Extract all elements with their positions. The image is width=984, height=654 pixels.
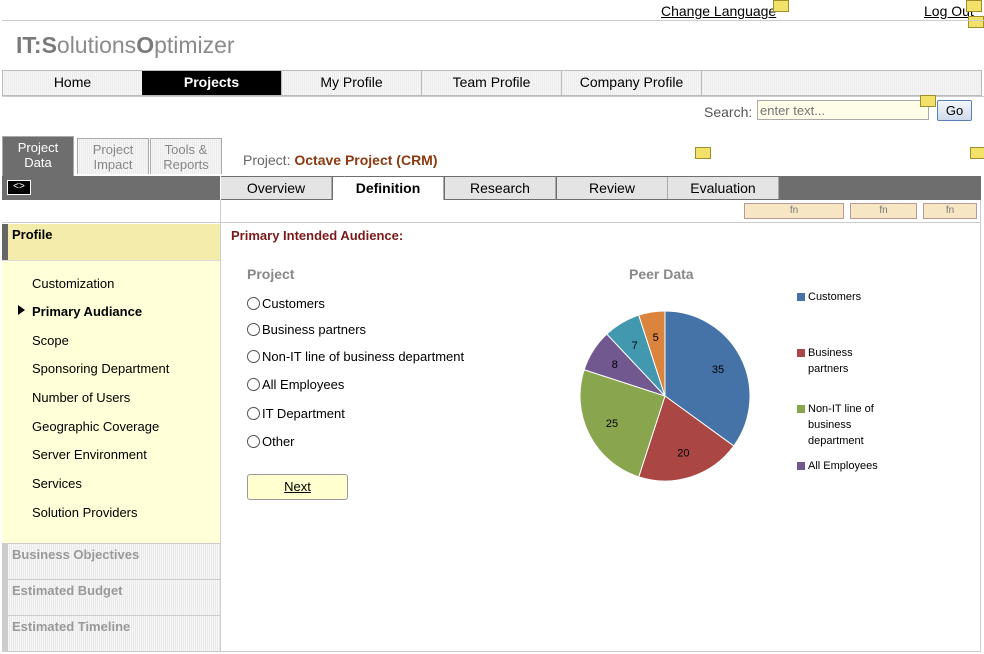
sidebar-divider — [220, 200, 221, 652]
tab-overview[interactable]: Overview — [221, 177, 332, 199]
legend-swatch — [797, 293, 805, 301]
radio-option[interactable]: Non-IT line of business department — [247, 349, 464, 364]
pie-data-label: 8 — [612, 359, 618, 371]
sidebar-item-solution-providers[interactable]: Solution Providers — [32, 505, 138, 520]
legend-item: All Employees — [797, 458, 892, 474]
legend-label: Customers — [808, 291, 862, 303]
next-button[interactable]: Next — [247, 474, 348, 500]
pie-data-label: 25 — [606, 418, 618, 430]
nav-company-profile[interactable]: Company Profile — [562, 71, 702, 95]
legend-swatch — [797, 349, 805, 357]
main-nav: Home Projects My Profile Team Profile Co… — [2, 70, 982, 96]
search-input[interactable] — [757, 100, 929, 120]
tab-wedge — [333, 176, 345, 200]
app-logo: IT:SolutionsOptimizer — [16, 32, 235, 58]
fn-button[interactable]: fn — [850, 203, 917, 219]
sidebar-item-services[interactable]: Services — [32, 476, 82, 491]
legend-label: Business partners — [808, 347, 853, 375]
peer-data-pie-chart: 35 20 25 8 7 5 — [579, 310, 751, 482]
sidebar-item-primary-audiance[interactable]: Primary Audiance — [32, 304, 142, 319]
profile-panel — [2, 224, 220, 544]
note-icon[interactable] — [970, 147, 984, 159]
legend-item: Business partners — [797, 345, 892, 377]
section-estimated-budget[interactable]: Estimated Budget — [2, 580, 220, 616]
tab-review[interactable]: Review — [557, 177, 668, 199]
sidebar-item-sponsoring-department[interactable]: Sponsoring Department — [32, 361, 169, 376]
note-icon[interactable] — [695, 147, 711, 159]
pie-data-label: 35 — [712, 364, 724, 376]
note-icon[interactable] — [773, 0, 789, 12]
legend-item: Customers — [797, 289, 892, 305]
left-toolbar: <> — [2, 176, 220, 200]
nav-team-profile[interactable]: Team Profile — [422, 71, 562, 95]
project-column-heading: Project — [247, 266, 295, 282]
legend-label: All Employees — [808, 460, 878, 472]
sidebar-item-scope[interactable]: Scope — [32, 333, 69, 348]
top-divider — [2, 20, 984, 21]
tab-tools-reports[interactable]: Tools & Reports — [150, 138, 222, 174]
profile-header[interactable]: Profile — [2, 224, 220, 261]
fn-button[interactable]: fn — [744, 203, 844, 219]
current-arrow-icon — [18, 305, 25, 315]
tab-definition[interactable]: Definition — [333, 177, 444, 200]
fn-button[interactable]: fn — [923, 203, 977, 219]
note-icon[interactable] — [966, 0, 982, 12]
go-button[interactable]: Go — [937, 100, 972, 121]
pie-data-label: 20 — [677, 448, 689, 460]
legend-swatch — [797, 462, 805, 470]
section-estimated-timeline[interactable]: Estimated Timeline — [2, 616, 220, 652]
note-icon[interactable] — [920, 95, 936, 107]
sidebar-item-number-of-users[interactable]: Number of Users — [32, 390, 130, 405]
content-divider — [2, 222, 981, 223]
radio-option[interactable]: IT Department — [247, 406, 345, 421]
radio-option[interactable]: Other — [247, 434, 295, 449]
tab-project-impact[interactable]: Project Impact — [77, 138, 149, 174]
tab-evaluation[interactable]: Evaluation — [668, 177, 779, 199]
search-label: Search: — [704, 104, 753, 120]
radio-option[interactable]: Customers — [247, 296, 325, 311]
section-business-objectives[interactable]: Business Objectives — [2, 544, 220, 580]
nav-divider — [2, 96, 984, 97]
sidebar-item-customization[interactable]: Customization — [32, 276, 114, 291]
legend-swatch — [797, 405, 805, 413]
project-heading: Project: Octave Project (CRM) — [243, 152, 438, 168]
radio-option[interactable]: Business partners — [247, 322, 366, 337]
right-border — [980, 200, 981, 652]
pie-data-label: 5 — [653, 332, 659, 344]
sidebar-item-server-environment[interactable]: Server Environment — [32, 447, 147, 462]
pie-data-label: 7 — [632, 340, 638, 352]
radio-option[interactable]: All Employees — [247, 377, 344, 392]
tab-research[interactable]: Research — [445, 177, 556, 199]
nav-my-profile[interactable]: My Profile — [282, 71, 422, 95]
nav-home[interactable]: Home — [3, 71, 143, 95]
legend-item: Non-IT line of business department — [797, 401, 892, 449]
legend-label: Non-IT line of business department — [808, 403, 874, 447]
note-icon[interactable] — [968, 16, 984, 28]
change-language-link[interactable]: Change Language — [661, 3, 776, 19]
sidebar-item-geographic-coverage[interactable]: Geographic Coverage — [32, 419, 159, 434]
nav-projects[interactable]: Projects — [142, 71, 282, 95]
tab-project-data[interactable]: Project Data — [2, 136, 74, 176]
peer-data-heading: Peer Data — [629, 266, 694, 282]
collapse-toggle-button[interactable]: <> — [7, 180, 31, 195]
question-title: Primary Intended Audience: — [231, 228, 404, 243]
bottom-border — [220, 651, 981, 652]
